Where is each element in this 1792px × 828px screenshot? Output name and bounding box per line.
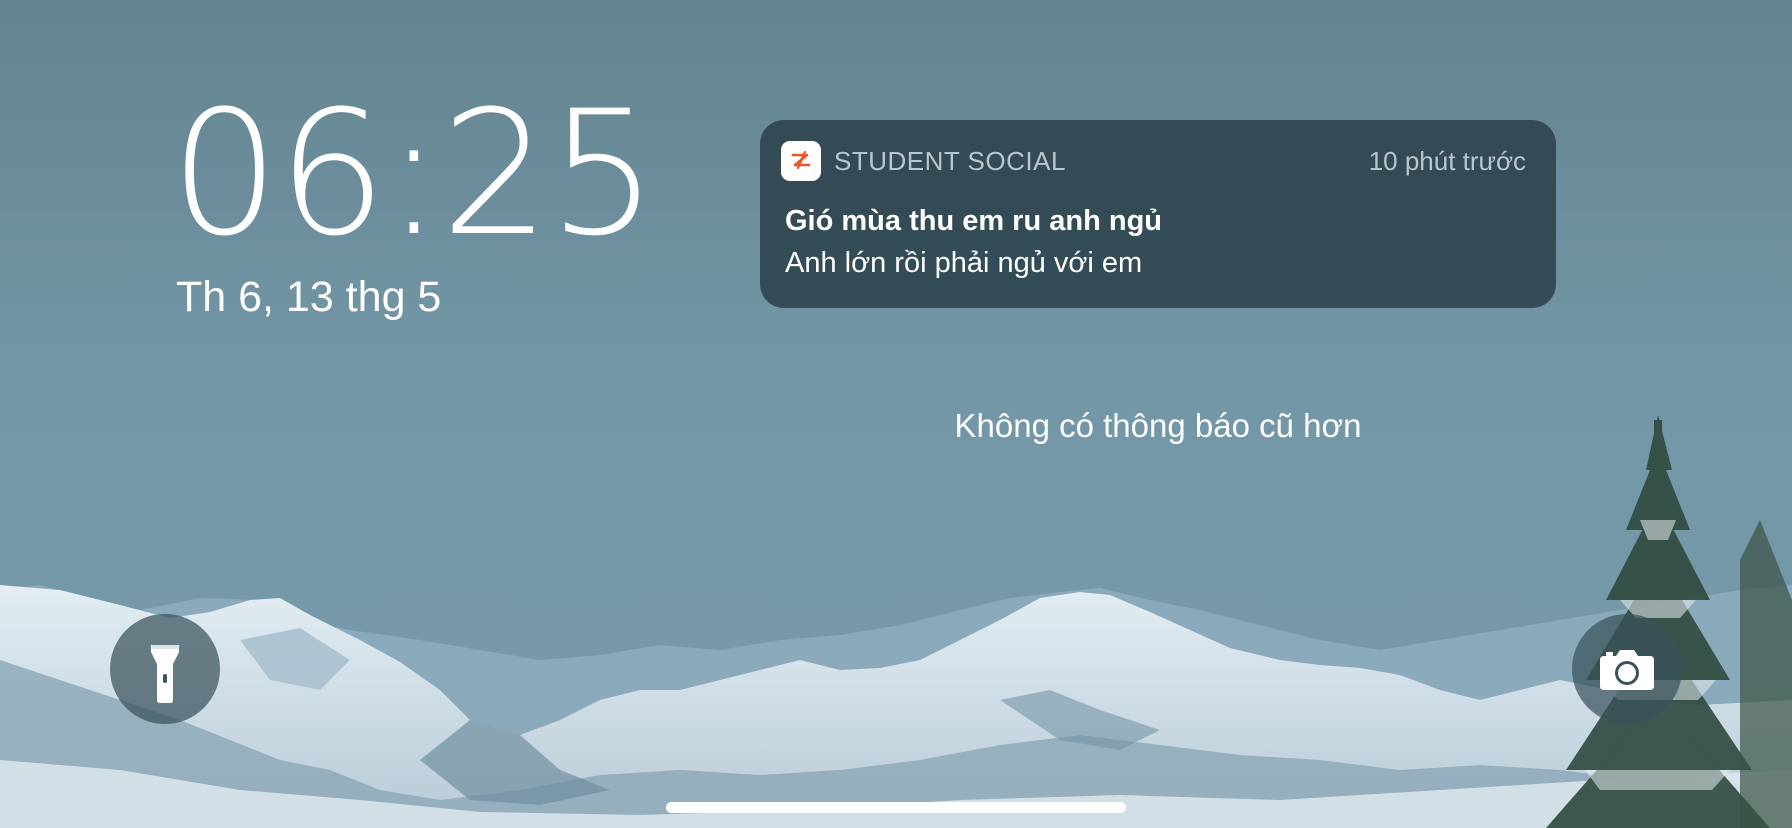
notification-title: Gió mùa thu em ru anh ngủ [785, 205, 1162, 237]
notification-app-name: STUDENT SOCIAL [834, 146, 1066, 176]
camera-icon [1600, 650, 1654, 690]
notification-timestamp: 10 phút trước [1368, 146, 1526, 176]
flashlight-icon [151, 645, 179, 703]
student-social-app-icon [781, 141, 821, 181]
flashlight-button[interactable] [110, 614, 220, 724]
home-indicator[interactable] [666, 802, 1126, 813]
lock-screen-clock: 06:25 [170, 73, 658, 274]
camera-button[interactable] [1572, 614, 1682, 724]
notification-body: Anh lớn rồi phải ngủ với em [785, 247, 1143, 279]
notification-card[interactable]: STUDENT SOCIAL 10 phút trước Gió mùa thu… [760, 120, 1556, 308]
no-older-notifications-label: Không có thông báo cũ hơn [954, 407, 1362, 444]
lock-screen-date: Th 6, 13 thg 5 [176, 273, 442, 321]
